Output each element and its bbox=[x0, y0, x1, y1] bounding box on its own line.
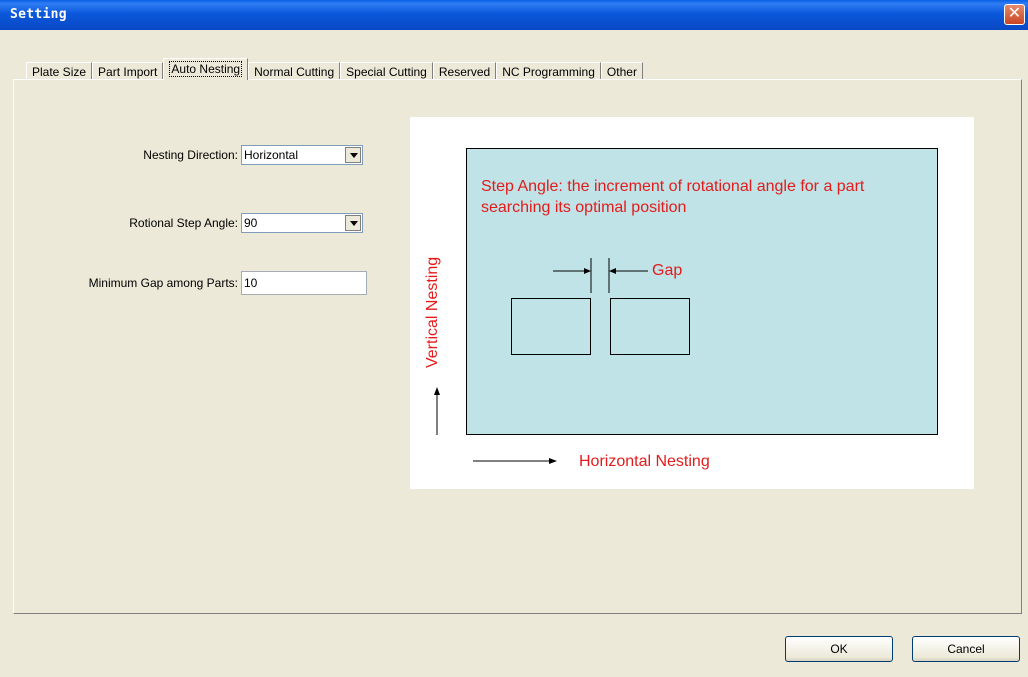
tab-special-cutting[interactable]: Special Cutting bbox=[340, 62, 433, 80]
chevron-down-icon[interactable] bbox=[345, 147, 361, 163]
rotational-step-angle-value: 90 bbox=[244, 216, 258, 230]
tab-plate-size[interactable]: Plate Size bbox=[26, 62, 93, 80]
cancel-button[interactable]: Cancel bbox=[912, 636, 1020, 662]
tab-auto-nesting[interactable]: Auto Nesting bbox=[163, 58, 249, 80]
rotational-step-angle-select[interactable]: 90 bbox=[241, 213, 363, 233]
nesting-diagram: Step Angle: the increment of rotational … bbox=[410, 117, 974, 489]
close-button[interactable]: ✕ bbox=[1004, 4, 1025, 25]
tab-part-import[interactable]: Part Import bbox=[92, 62, 164, 80]
window-title: Setting bbox=[10, 7, 67, 22]
rotational-step-angle-label: Rotional Step Angle: bbox=[129, 216, 238, 230]
title-bar[interactable]: Setting ✕ bbox=[0, 0, 1028, 30]
nesting-direction-value: Horizontal bbox=[244, 148, 299, 162]
tab-reserved[interactable]: Reserved bbox=[432, 62, 497, 80]
tab-strip: Plate Size Part Import Auto Nesting Norm… bbox=[26, 58, 643, 80]
diagram-arrows bbox=[434, 258, 648, 464]
nesting-direction-select[interactable]: Horizontal bbox=[241, 145, 363, 165]
minimum-gap-field[interactable] bbox=[241, 271, 370, 295]
setting-dialog: Setting ✕ Plate Size Part Import Auto Ne… bbox=[0, 0, 1028, 677]
nesting-direction-label: Nesting Direction: bbox=[143, 148, 238, 162]
chevron-down-icon[interactable] bbox=[345, 215, 361, 231]
minimum-gap-label: Minimum Gap among Parts: bbox=[88, 276, 238, 290]
minimum-gap-input[interactable] bbox=[242, 272, 370, 294]
tab-other[interactable]: Other bbox=[600, 62, 643, 80]
close-icon: ✕ bbox=[1007, 5, 1022, 22]
tab-normal-cutting[interactable]: Normal Cutting bbox=[248, 62, 341, 80]
tab-nc-programming[interactable]: NC Programming bbox=[496, 62, 601, 80]
ok-button[interactable]: OK bbox=[785, 636, 893, 662]
